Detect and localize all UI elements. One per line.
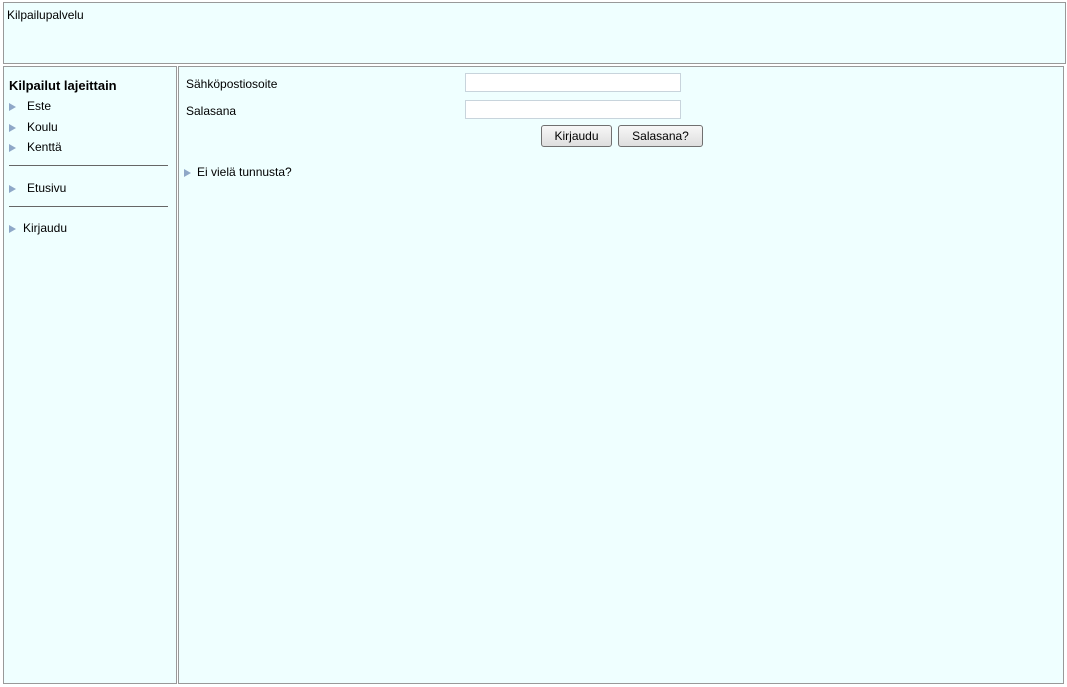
- sidebar-item-label: Koulu: [27, 120, 58, 134]
- register-link[interactable]: Ei vielä tunnusta?: [184, 165, 292, 179]
- main-content: Sähköpostiosoite Salasana Kirjaudu Salas…: [178, 66, 1064, 684]
- arrow-right-icon: [9, 124, 16, 132]
- password-field[interactable]: [465, 100, 681, 119]
- sidebar-heading: Kilpailut lajeittain: [9, 78, 117, 93]
- arrow-right-icon: [9, 103, 16, 111]
- sidebar-item-koulu[interactable]: Koulu: [9, 119, 58, 135]
- sidebar-item-kirjaudu[interactable]: Kirjaudu: [9, 220, 67, 236]
- forgot-password-button[interactable]: Salasana?: [618, 125, 703, 147]
- site-title: Kilpailupalvelu: [7, 8, 84, 22]
- sidebar-item-label: Etusivu: [27, 181, 67, 195]
- sidebar-item-kentta[interactable]: Kenttä: [9, 139, 62, 155]
- password-label: Salasana: [186, 104, 237, 118]
- sidebar-item-etusivu[interactable]: Etusivu: [9, 180, 66, 196]
- register-link-label: Ei vielä tunnusta?: [197, 165, 292, 179]
- page-header: Kilpailupalvelu: [3, 2, 1066, 64]
- sidebar: Kilpailut lajeittain Este Koulu Kenttä E…: [3, 66, 177, 684]
- email-label: Sähköpostiosoite: [186, 77, 278, 91]
- arrow-right-icon: [184, 169, 191, 177]
- login-button[interactable]: Kirjaudu: [541, 125, 612, 147]
- sidebar-divider: [9, 165, 168, 166]
- sidebar-item-label: Kirjaudu: [23, 221, 68, 235]
- sidebar-item-label: Este: [27, 99, 52, 113]
- sidebar-item-label: Kenttä: [27, 140, 62, 154]
- email-field[interactable]: [465, 73, 681, 92]
- sidebar-item-este[interactable]: Este: [9, 98, 51, 114]
- sidebar-divider: [9, 206, 168, 207]
- arrow-right-icon: [9, 225, 16, 233]
- arrow-right-icon: [9, 144, 16, 152]
- arrow-right-icon: [9, 185, 16, 193]
